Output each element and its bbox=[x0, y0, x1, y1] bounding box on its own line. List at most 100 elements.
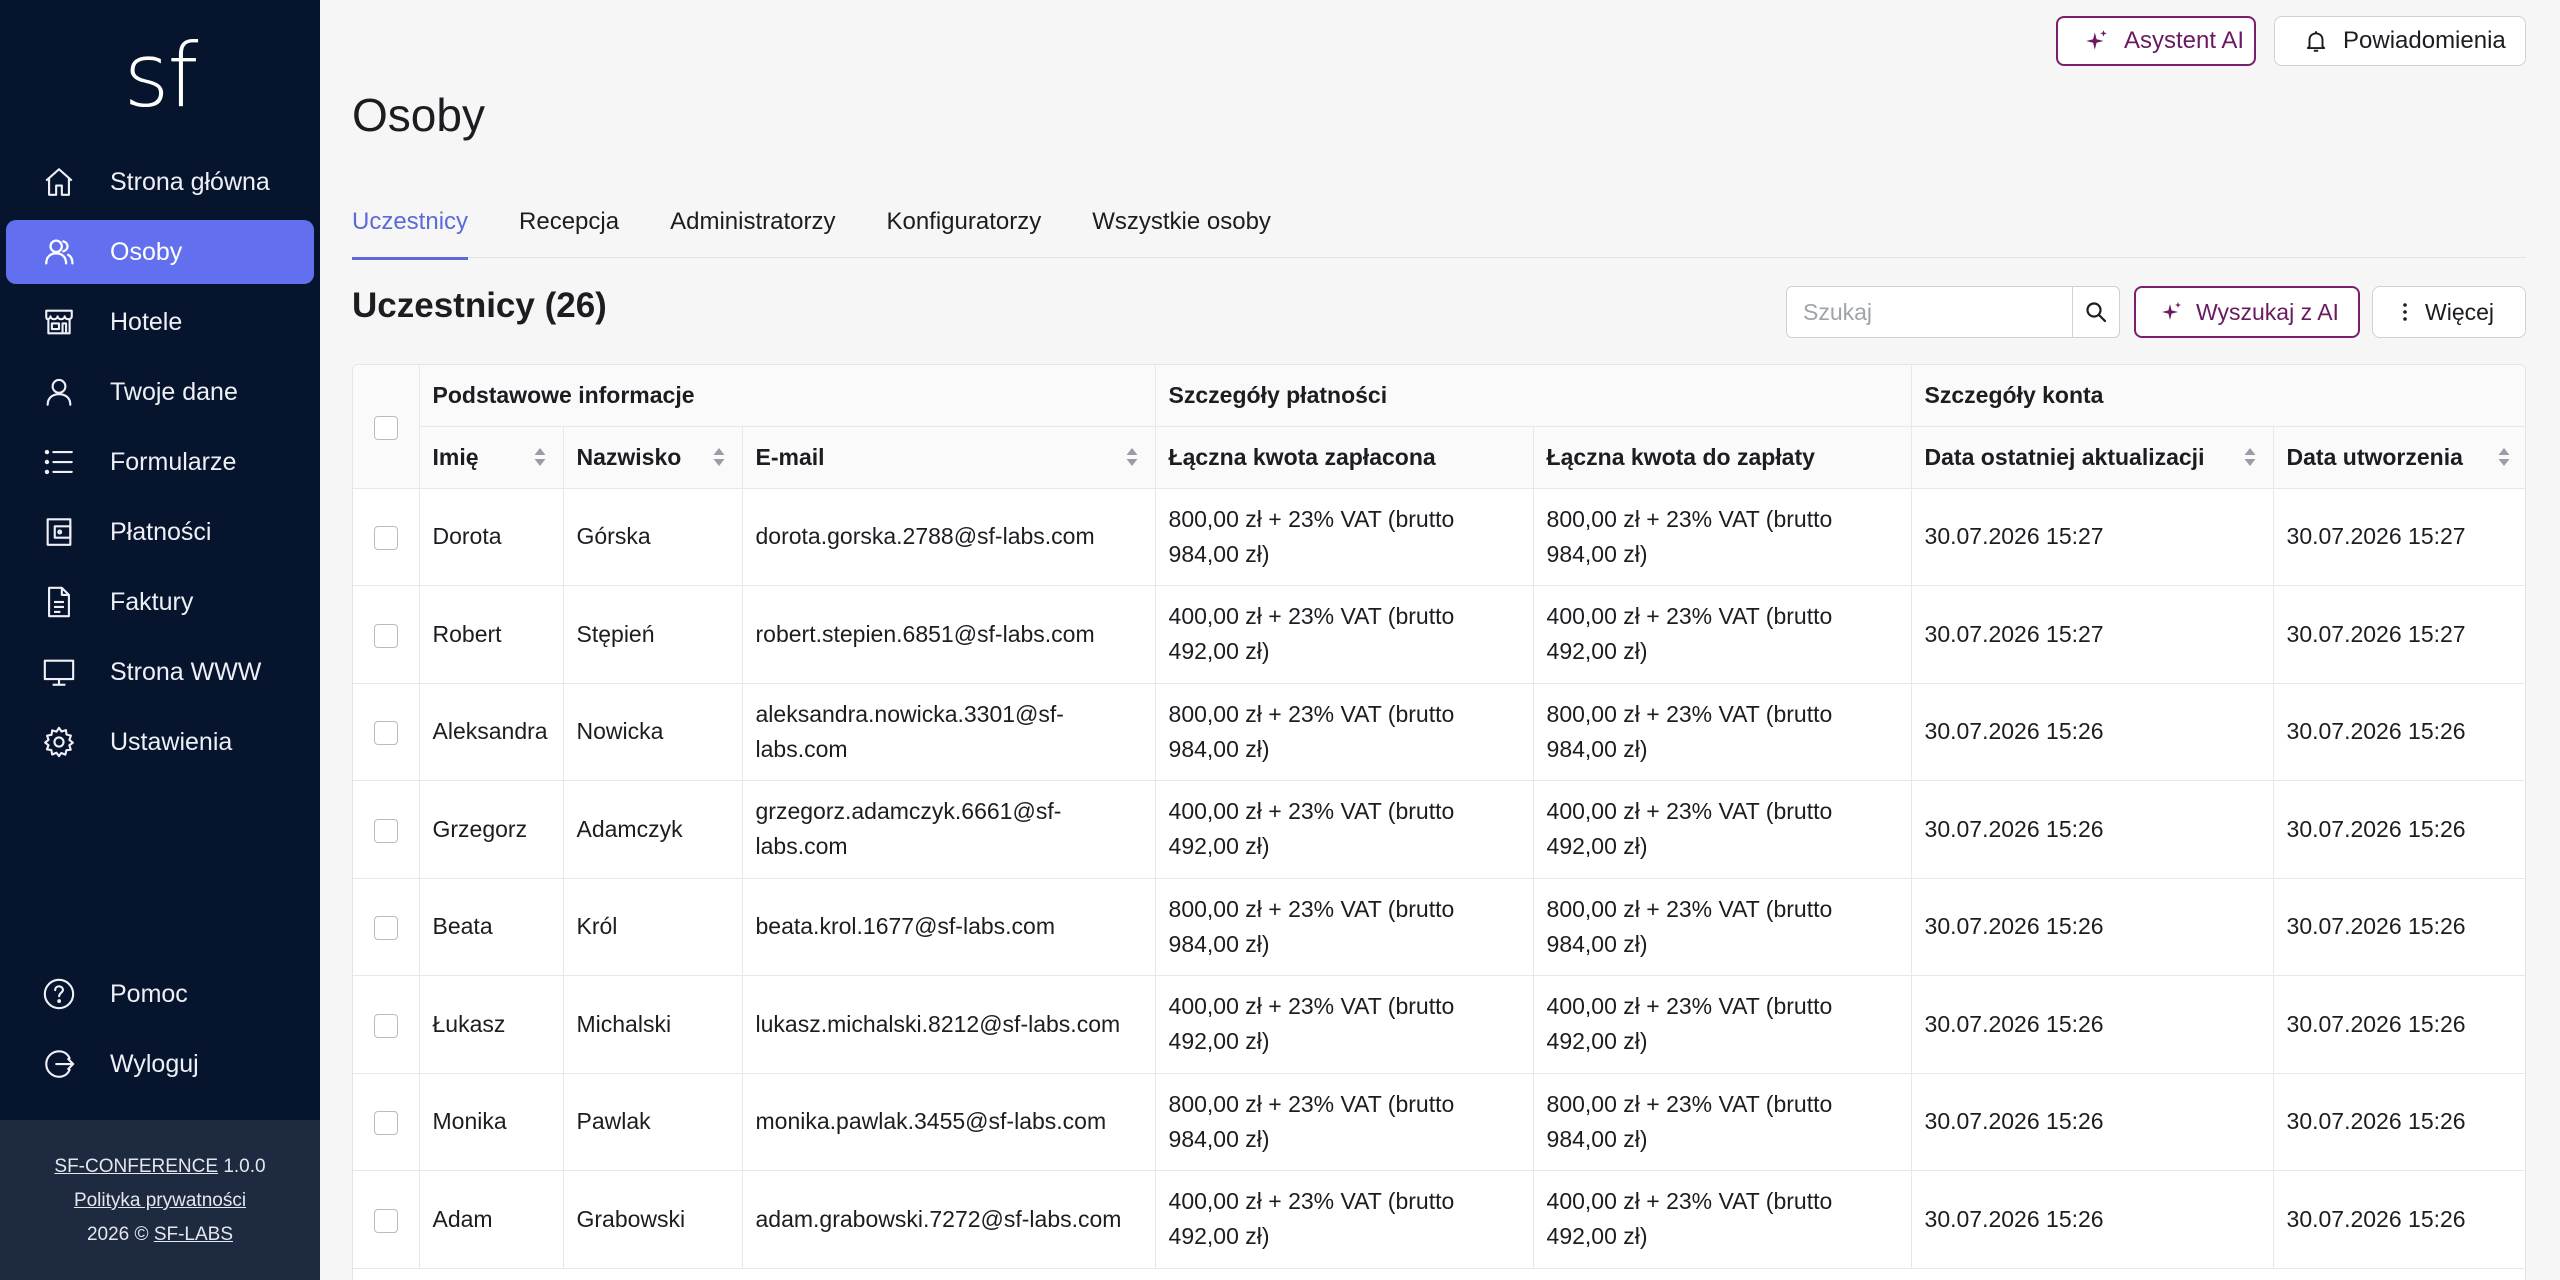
cell-created: 30.07.2026 15:26 bbox=[2273, 975, 2525, 1074]
table-row[interactable]: Grzegorz Adamczyk grzegorz.adamczyk.6661@s… bbox=[353, 780, 2525, 879]
nav-label: Faktury bbox=[110, 587, 194, 616]
notifications-button[interactable]: Powiadomienia bbox=[2274, 16, 2526, 66]
select-all-checkbox[interactable] bbox=[373, 415, 398, 440]
col-last-name[interactable]: Nazwisko bbox=[563, 426, 743, 489]
table-group-header: Podstawowe informacje Szczegóły płatnośc… bbox=[353, 365, 2525, 489]
nav-item-payments[interactable]: Płatności bbox=[6, 500, 314, 564]
col-total-due: Łączna kwota do zapłaty bbox=[1533, 426, 1912, 489]
group-payment-details: Szczegóły płatności bbox=[1155, 365, 1912, 427]
row-checkbox[interactable] bbox=[373, 721, 398, 746]
nav-item-your-data[interactable]: Twoje dane bbox=[6, 360, 314, 424]
copyright-line: 2026 © SF-LABS bbox=[0, 1218, 320, 1252]
search-icon bbox=[2086, 302, 2107, 323]
row-checkbox[interactable] bbox=[373, 1208, 398, 1233]
row-select-cell bbox=[353, 975, 420, 1074]
row-select-cell bbox=[353, 683, 420, 781]
row-checkbox[interactable] bbox=[373, 916, 398, 941]
nav-item-hotels[interactable]: Hotele bbox=[6, 290, 314, 354]
hotel-icon bbox=[45, 309, 73, 335]
cell-last-updated: 30.07.2026 15:27 bbox=[1911, 488, 2274, 586]
help-icon bbox=[43, 978, 75, 1010]
home-icon bbox=[45, 168, 73, 196]
people-tabs: Uczestnicy Recepcja Administratorzy Konf… bbox=[352, 200, 2526, 260]
gear-icon bbox=[44, 726, 74, 758]
cell-total-due: 800,00 zł + 23% VAT (brutto 984,00 zł) bbox=[1533, 683, 1912, 781]
page-title: Osoby bbox=[352, 89, 485, 141]
search-button[interactable] bbox=[2072, 286, 2120, 338]
cell-email: beata.krol.1677@sf-labs.com bbox=[742, 878, 1156, 976]
company-link[interactable]: SF-LABS bbox=[154, 1224, 233, 1245]
row-checkbox[interactable] bbox=[373, 623, 398, 648]
more-button[interactable]: Więcej bbox=[2372, 286, 2526, 338]
cell-total-paid: 800,00 zł + 23% VAT (brutto 984,00 zł) bbox=[1155, 488, 1534, 586]
col-last-updated[interactable]: Data ostatniej aktualizacji bbox=[1911, 426, 2274, 489]
cell-total-due: 800,00 zł + 23% VAT (brutto 984,00 zł) bbox=[1533, 878, 1912, 976]
table-row[interactable]: Robert Stępień robert.stepien.6851@sf-labs… bbox=[353, 585, 2525, 684]
nav-item-help[interactable]: Pomoc bbox=[6, 962, 314, 1026]
cell-last-name: Pawlak bbox=[563, 1073, 743, 1171]
col-total-paid: Łączna kwota zapłacona bbox=[1155, 426, 1534, 489]
row-checkbox[interactable] bbox=[373, 1111, 398, 1136]
cell-total-due: 400,00 zł + 23% VAT (brutto 492,00 zł) bbox=[1533, 1170, 1912, 1269]
column-label: Data utworzenia bbox=[2286, 443, 2463, 470]
nav-item-home[interactable]: Strona główna bbox=[6, 150, 314, 214]
cell-total-due: 800,00 zł + 23% VAT (brutto 984,00 zł) bbox=[1533, 1073, 1912, 1171]
table-row[interactable]: Monika Pawlak monika.pawlak.3455@sf-labs.c… bbox=[353, 1073, 2525, 1171]
cell-email: robert.stepien.6851@sf-labs.com bbox=[742, 585, 1156, 684]
cell-email: dorota.gorska.2788@sf-labs.com bbox=[742, 488, 1156, 586]
col-first-name[interactable]: Imię bbox=[419, 426, 564, 489]
column-label: Imię bbox=[432, 443, 479, 470]
nav-item-invoices[interactable]: Faktury bbox=[6, 570, 314, 634]
cell-last-name: Adamczyk bbox=[563, 780, 743, 879]
nav-item-settings[interactable]: Ustawienia bbox=[6, 710, 314, 774]
cell-email: adam.grabowski.7272@sf-labs.com bbox=[742, 1170, 1156, 1269]
search-input[interactable] bbox=[1786, 286, 2072, 338]
cell-last-updated: 30.07.2026 15:26 bbox=[1911, 1170, 2274, 1269]
nav-item-forms[interactable]: Formularze bbox=[6, 430, 314, 494]
column-label: Łączna kwota zapłacona bbox=[1168, 443, 1436, 470]
nav-item-logout[interactable]: Wyloguj bbox=[6, 1032, 314, 1096]
tab-participants[interactable]: Uczestnicy bbox=[352, 200, 469, 260]
more-vertical-icon bbox=[2403, 303, 2407, 321]
row-checkbox[interactable] bbox=[373, 818, 398, 843]
tab-reception[interactable]: Recepcja bbox=[519, 200, 619, 258]
app-name-link[interactable]: SF-CONFERENCE bbox=[54, 1156, 218, 1177]
row-checkbox[interactable] bbox=[373, 526, 398, 551]
ai-search-button[interactable]: Wyszukaj z AI bbox=[2134, 286, 2360, 338]
cell-created: 30.07.2026 15:26 bbox=[2273, 878, 2525, 976]
sort-icon bbox=[2244, 448, 2256, 466]
cell-total-due: 400,00 zł + 23% VAT (brutto 492,00 zł) bbox=[1533, 975, 1912, 1074]
nav-item-website[interactable]: Strona WWW bbox=[6, 640, 314, 704]
app-version-line: SF-CONFERENCE 1.0.0 bbox=[0, 1150, 320, 1184]
col-created[interactable]: Data utworzenia bbox=[2273, 426, 2525, 489]
table-row[interactable]: Adam Grabowski adam.grabowski.7272@sf-labs… bbox=[353, 1170, 2525, 1269]
cell-email: monika.pawlak.3455@sf-labs.com bbox=[742, 1073, 1156, 1171]
table-row[interactable]: Beata Król beata.krol.1677@sf-labs.com 800,… bbox=[353, 878, 2525, 976]
cell-total-due: 800,00 zł + 23% VAT (brutto 984,00 zł) bbox=[1533, 488, 1912, 586]
nav-label: Osoby bbox=[110, 237, 183, 266]
table-row[interactable]: Łukasz Michalski lukasz.michalski.8212@sf-… bbox=[353, 975, 2525, 1074]
table-body: Dorota Górska dorota.gorska.2788@sf-labs.c… bbox=[353, 488, 2525, 1269]
cell-total-paid: 400,00 zł + 23% VAT (brutto 492,00 zł) bbox=[1155, 975, 1534, 1074]
table-row[interactable]: Aleksandra Nowicka aleksandra.nowicka.3301… bbox=[353, 683, 2525, 781]
cell-last-updated: 30.07.2026 15:26 bbox=[1911, 780, 2274, 879]
col-email[interactable]: E-mail bbox=[742, 426, 1156, 489]
ai-assistant-button[interactable]: Asystent AI bbox=[2056, 16, 2256, 66]
sidebar-footer: SF-CONFERENCE 1.0.0 Polityka prywatności… bbox=[0, 1120, 320, 1280]
sort-icon bbox=[534, 448, 545, 466]
tab-administrators[interactable]: Administratorzy bbox=[670, 200, 835, 258]
user-icon bbox=[46, 378, 72, 406]
table-row[interactable]: Dorota Górska dorota.gorska.2788@sf-labs.c… bbox=[353, 488, 2525, 586]
cell-total-paid: 800,00 zł + 23% VAT (brutto 984,00 zł) bbox=[1155, 1073, 1534, 1171]
tab-configurators[interactable]: Konfiguratorzy bbox=[886, 200, 1041, 258]
cell-last-name: Nowicka bbox=[563, 683, 743, 781]
privacy-link[interactable]: Polityka prywatności bbox=[74, 1190, 246, 1211]
participants-table: Podstawowe informacje Szczegóły płatnośc… bbox=[352, 364, 2526, 1280]
nav-label: Wyloguj bbox=[110, 1049, 199, 1078]
row-select-cell bbox=[353, 780, 420, 879]
list-icon bbox=[44, 449, 73, 475]
nav-item-people[interactable]: Osoby bbox=[6, 220, 314, 284]
tab-all-people[interactable]: Wszystkie osoby bbox=[1092, 200, 1271, 258]
main-nav: Strona główna Osoby Hotele Twoje dane Fo… bbox=[0, 150, 320, 780]
row-checkbox[interactable] bbox=[373, 1013, 398, 1038]
